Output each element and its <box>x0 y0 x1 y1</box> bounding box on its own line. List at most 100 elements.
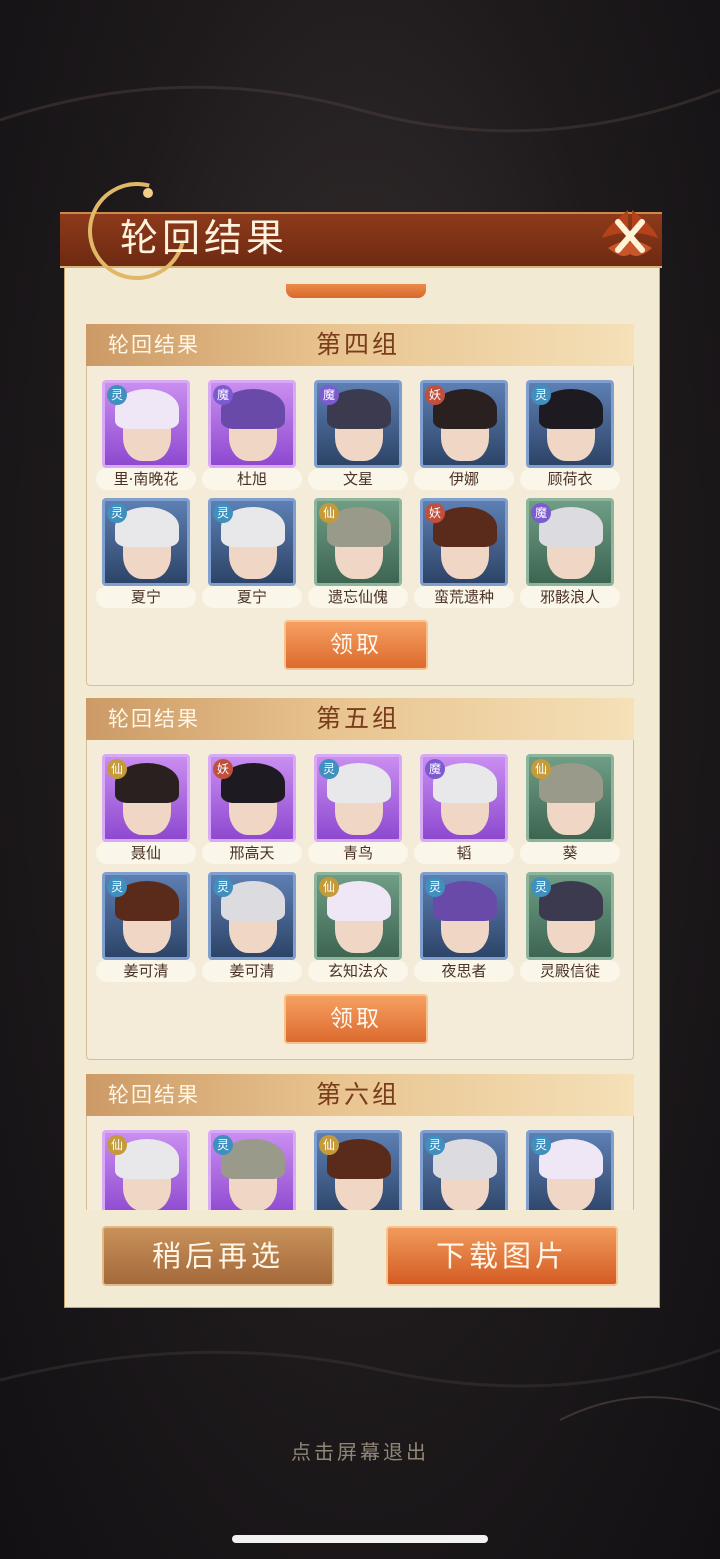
character-name: 葵 <box>520 842 620 864</box>
character-card[interactable]: 妖伊娜 <box>414 380 514 490</box>
close-x-icon[interactable] <box>598 204 662 266</box>
character-card[interactable]: 仙聂仙 <box>96 754 196 864</box>
character-portrait: 仙 <box>526 754 614 842</box>
character-name: 蛮荒遗种 <box>414 586 514 608</box>
character-portrait: 灵 <box>102 872 190 960</box>
character-card[interactable]: 灵青鸟 <box>308 754 408 864</box>
faction-badge-icon: 灵 <box>213 877 233 897</box>
character-card[interactable]: 魔杜旭 <box>202 380 302 490</box>
character-card[interactable]: 仙玄知法众 <box>308 872 408 982</box>
group-number: 第五组 <box>316 704 401 733</box>
character-name: 夏宁 <box>202 586 302 608</box>
faction-badge-icon: 妖 <box>425 385 445 405</box>
character-name: 邪骸浪人 <box>520 586 620 608</box>
faction-badge-icon: 灵 <box>425 1135 445 1155</box>
character-card[interactable]: 仙 <box>314 1130 402 1210</box>
moon-star-icon <box>143 188 153 198</box>
character-name: 青鸟 <box>308 842 408 864</box>
claim-button[interactable]: 领取 <box>284 620 428 670</box>
character-name: 遗忘仙傀 <box>308 586 408 608</box>
character-name: 夜思者 <box>414 960 514 982</box>
character-name: 杜旭 <box>202 468 302 490</box>
faction-badge-icon: 灵 <box>319 759 339 779</box>
character-name: 姜可清 <box>96 960 196 982</box>
result-group: 轮回结果 第六组仙 灵 仙 灵 灵 <box>86 1074 634 1210</box>
faction-badge-icon: 灵 <box>531 1135 551 1155</box>
character-card[interactable]: 仙 <box>102 1130 190 1210</box>
character-portrait: 灵 <box>102 380 190 468</box>
character-portrait: 仙 <box>314 498 402 586</box>
faction-badge-icon: 灵 <box>107 877 127 897</box>
result-group: 轮回结果 第四组灵里·南晚花魔杜旭魔文星妖伊娜灵顾荷衣灵夏宁灵夏宁仙遗忘仙傀妖蛮荒… <box>86 324 634 686</box>
character-card[interactable]: 灵夏宁 <box>202 498 302 608</box>
faction-badge-icon: 魔 <box>319 385 339 405</box>
result-group: 轮回结果 第五组仙聂仙妖邢高天灵青鸟魔韬仙葵灵姜可清灵姜可清仙玄知法众灵夜思者灵灵… <box>86 698 634 1060</box>
character-card[interactable]: 魔韬 <box>414 754 514 864</box>
character-card[interactable]: 灵 <box>208 1130 296 1210</box>
character-card[interactable]: 妖邢高天 <box>202 754 302 864</box>
character-card[interactable]: 魔邪骸浪人 <box>520 498 620 608</box>
character-portrait: 仙 <box>314 872 402 960</box>
faction-badge-icon: 灵 <box>531 877 551 897</box>
character-card[interactable]: 灵姜可清 <box>202 872 302 982</box>
character-name: 玄知法众 <box>308 960 408 982</box>
character-card[interactable]: 妖蛮荒遗种 <box>414 498 514 608</box>
choose-later-button[interactable]: 稍后再选 <box>102 1226 334 1286</box>
character-card[interactable]: 灵里·南晚花 <box>96 380 196 490</box>
results-scroll-list[interactable]: 轮回结果 第四组灵里·南晚花魔杜旭魔文星妖伊娜灵顾荷衣灵夏宁灵夏宁仙遗忘仙傀妖蛮荒… <box>86 284 634 1210</box>
character-portrait: 灵 <box>314 754 402 842</box>
character-name: 里·南晚花 <box>96 468 196 490</box>
character-card[interactable]: 灵顾荷衣 <box>520 380 620 490</box>
character-card[interactable]: 魔文星 <box>308 380 408 490</box>
faction-badge-icon: 灵 <box>107 503 127 523</box>
faction-badge-icon: 魔 <box>531 503 551 523</box>
character-card[interactable]: 灵姜可清 <box>96 872 196 982</box>
group-number: 第六组 <box>316 1080 401 1109</box>
faction-badge-icon: 魔 <box>425 759 445 779</box>
character-card[interactable]: 灵灵殿信徒 <box>520 872 620 982</box>
character-card[interactable]: 灵夏宁 <box>96 498 196 608</box>
character-portrait: 灵 <box>102 498 190 586</box>
faction-badge-icon: 仙 <box>531 759 551 779</box>
character-portrait: 魔 <box>208 380 296 468</box>
faction-badge-icon: 仙 <box>319 503 339 523</box>
group-header: 轮回结果 第四组 <box>86 324 634 366</box>
home-indicator[interactable] <box>232 1535 488 1543</box>
tap-to-exit-hint: 点击屏幕退出 <box>291 1440 429 1464</box>
group-number: 第四组 <box>316 330 401 359</box>
group-header: 轮回结果 第六组 <box>86 1074 634 1116</box>
character-name: 夏宁 <box>96 586 196 608</box>
character-portrait: 魔 <box>314 380 402 468</box>
character-portrait: 妖 <box>420 498 508 586</box>
character-portrait: 魔 <box>526 498 614 586</box>
faction-badge-icon: 灵 <box>213 503 233 523</box>
download-image-button[interactable]: 下载图片 <box>386 1226 618 1286</box>
character-portrait: 灵 <box>208 1130 296 1210</box>
character-card[interactable]: 灵夜思者 <box>414 872 514 982</box>
character-name: 韬 <box>414 842 514 864</box>
character-name: 聂仙 <box>96 842 196 864</box>
faction-badge-icon: 仙 <box>107 1135 127 1155</box>
group-label: 轮回结果 <box>108 333 200 357</box>
faction-badge-icon: 灵 <box>107 385 127 405</box>
group-label: 轮回结果 <box>108 707 200 731</box>
character-portrait: 仙 <box>314 1130 402 1210</box>
claim-button[interactable]: 领取 <box>284 994 428 1044</box>
faction-badge-icon: 仙 <box>319 877 339 897</box>
character-card[interactable]: 灵 <box>526 1130 614 1210</box>
character-card[interactable]: 仙遗忘仙傀 <box>308 498 408 608</box>
character-card[interactable]: 灵 <box>420 1130 508 1210</box>
group-header: 轮回结果 第五组 <box>86 698 634 740</box>
faction-badge-icon: 灵 <box>425 877 445 897</box>
character-portrait: 妖 <box>420 380 508 468</box>
faction-badge-icon: 灵 <box>531 385 551 405</box>
dialog-title: 轮回结果 <box>120 216 289 260</box>
faction-badge-icon: 魔 <box>213 385 233 405</box>
previous-claim-button[interactable] <box>286 284 426 298</box>
faction-badge-icon: 仙 <box>319 1135 339 1155</box>
character-portrait: 灵 <box>526 380 614 468</box>
character-portrait: 妖 <box>208 754 296 842</box>
character-card[interactable]: 仙葵 <box>520 754 620 864</box>
character-name: 顾荷衣 <box>520 468 620 490</box>
character-portrait: 灵 <box>420 1130 508 1210</box>
